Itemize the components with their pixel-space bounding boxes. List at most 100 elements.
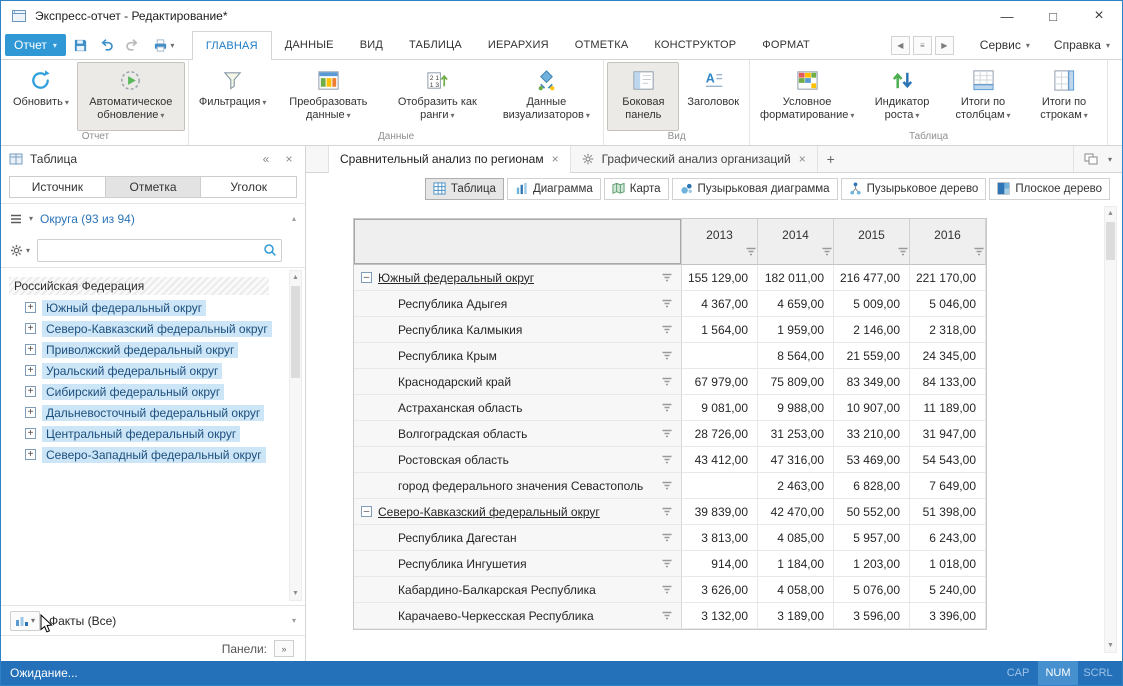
scrollbar-thumb[interactable] (1106, 222, 1115, 260)
nav-next-button[interactable]: ▶ (935, 36, 954, 55)
table-row[interactable]: – Южный федеральный округ 155 129,00 182… (354, 265, 986, 291)
expand-icon[interactable]: + (25, 386, 36, 397)
maximize-button[interactable]: □ (1030, 1, 1076, 31)
growth-indicator-button[interactable]: Индикатор роста▾ (862, 62, 942, 131)
scroll-up-icon[interactable]: ▲ (1105, 207, 1116, 220)
tree-item-root[interactable]: Российская Федерация (9, 275, 269, 297)
help-menu[interactable]: Справка▾ (1042, 31, 1122, 59)
filter-icon[interactable] (661, 325, 673, 334)
tree-item[interactable]: + Дальневосточный федеральный округ (25, 402, 305, 423)
doc-tab-organizations[interactable]: Графический анализ организаций × (571, 146, 818, 172)
view-chart-button[interactable]: Диаграмма (507, 178, 601, 200)
filtering-button[interactable]: Фильтрация▾ (192, 62, 274, 131)
tree-item[interactable]: + Уральский федеральный округ (25, 360, 305, 381)
column-header-2015[interactable]: 2015 (834, 219, 910, 265)
visualizer-data-button[interactable]: Данные визуализаторов▾ (492, 62, 600, 131)
doc-tab-regions[interactable]: Сравнительный анализ по регионам × (328, 146, 571, 173)
filter-icon[interactable] (661, 351, 673, 360)
table-row[interactable]: – Республика Дагестан 3 813,00 4 085,00 … (354, 525, 986, 551)
filter-icon[interactable] (661, 377, 673, 386)
caret-down-icon[interactable]: ▾ (1108, 155, 1112, 164)
ribbon-tab[interactable]: ФОРМАТ (749, 31, 823, 59)
close-tab-icon[interactable]: × (799, 152, 806, 166)
expand-icon[interactable]: + (25, 428, 36, 439)
tab-selection[interactable]: Отметка (105, 176, 202, 198)
column-header-2016[interactable]: 2016 (910, 219, 986, 265)
scroll-down-icon[interactable]: ▼ (1105, 639, 1116, 652)
view-map-button[interactable]: Карта (604, 178, 669, 200)
show-as-ranks-button[interactable]: 2 11 3 Отобразить как ранги▾ (383, 62, 491, 131)
expand-icon[interactable]: + (25, 449, 36, 460)
ribbon-tab[interactable]: ВИД (347, 31, 396, 59)
ribbon-tab[interactable]: ОТМЕТКА (562, 31, 642, 59)
collapse-section-icon[interactable]: ▴ (292, 214, 296, 223)
filter-icon[interactable] (661, 299, 673, 308)
tree-item[interactable]: + Центральный федеральный округ (25, 423, 305, 444)
close-tab-icon[interactable]: × (552, 152, 559, 166)
filter-icon[interactable] (661, 533, 673, 542)
scroll-up-icon[interactable]: ▲ (290, 271, 301, 284)
dimension-header-row[interactable]: ▾ Округа (93 из 94) ▴ (1, 204, 305, 233)
window-list-button[interactable]: ≡ (913, 36, 932, 55)
side-panel-button[interactable]: Боковая панель (607, 62, 679, 131)
minimize-button[interactable]: — (984, 1, 1030, 31)
table-row[interactable]: – Астраханская область 9 081,00 9 988,00… (354, 395, 986, 421)
tree-item[interactable]: + Южный федеральный округ (25, 297, 305, 318)
filter-icon[interactable] (821, 247, 833, 256)
filter-icon[interactable] (661, 273, 673, 282)
filter-icon[interactable] (973, 247, 985, 256)
filter-icon[interactable] (661, 481, 673, 490)
auto-refresh-button[interactable]: Автоматическое обновление▾ (77, 62, 185, 131)
ribbon-tab[interactable]: ТАБЛИЦА (396, 31, 475, 59)
header-button[interactable]: A Заголовок (680, 62, 746, 131)
close-panel-button[interactable]: × (281, 152, 297, 166)
filter-icon[interactable] (661, 507, 673, 516)
tab-source[interactable]: Источник (9, 176, 106, 198)
undo-button[interactable] (96, 34, 118, 56)
column-header-2013[interactable]: 2013 (682, 219, 758, 265)
expand-icon[interactable]: + (25, 344, 36, 355)
expand-icon[interactable]: + (25, 365, 36, 376)
grid-corner-cell[interactable] (354, 219, 682, 265)
table-row[interactable]: – Республика Ингушетия 914,00 1 184,00 1… (354, 551, 986, 577)
collapse-icon[interactable]: – (361, 272, 372, 283)
table-row[interactable]: – Волгоградская область 28 726,00 31 253… (354, 421, 986, 447)
table-row[interactable]: – Республика Адыгея 4 367,00 4 659,00 5 … (354, 291, 986, 317)
search-input[interactable] (37, 239, 282, 262)
print-button[interactable]: ▾ (148, 34, 180, 56)
filter-icon[interactable] (745, 247, 757, 256)
tree-item[interactable]: + Приволжский федеральный округ (25, 339, 305, 360)
add-tab-button[interactable]: + (818, 146, 844, 172)
view-bubble-tree-button[interactable]: Пузырьковое дерево (841, 178, 987, 200)
report-menu-button[interactable]: Отчет▾ (5, 34, 66, 56)
table-row[interactable]: – Республика Калмыкия 1 564,00 1 959,00 … (354, 317, 986, 343)
table-row[interactable]: – Республика Крым 8 564,00 21 559,00 24 … (354, 343, 986, 369)
facts-button[interactable]: ▾ (10, 611, 40, 631)
table-row[interactable]: – Ростовская область 43 412,00 47 316,00… (354, 447, 986, 473)
filter-icon[interactable] (661, 611, 673, 620)
view-flat-tree-button[interactable]: Плоское дерево (989, 178, 1110, 200)
ribbon-tab[interactable]: ДАННЫЕ (272, 31, 347, 59)
filter-icon[interactable] (661, 559, 673, 568)
transform-data-button[interactable]: Преобразовать данные▾ (274, 62, 382, 131)
table-row[interactable]: – город федерального значения Севастопол… (354, 473, 986, 499)
close-button[interactable]: × (1076, 1, 1122, 31)
filter-icon[interactable] (661, 429, 673, 438)
filter-icon[interactable] (897, 247, 909, 256)
ribbon-tab[interactable]: КОНСТРУКТОР (641, 31, 749, 59)
filter-icon[interactable] (661, 455, 673, 464)
tree-item[interactable]: + Северо-Западный федеральный округ (25, 444, 305, 465)
collapse-icon[interactable]: – (361, 506, 372, 517)
save-button[interactable] (70, 34, 92, 56)
vertical-scrollbar[interactable]: ▲ ▼ (1104, 206, 1117, 653)
table-row[interactable]: – Кабардино-Балкарская Республика 3 626,… (354, 577, 986, 603)
table-row[interactable]: – Карачаево-Черкесская Республика 3 132,… (354, 603, 986, 629)
settings-button[interactable]: ▾ (10, 244, 30, 257)
column-header-2014[interactable]: 2014 (758, 219, 834, 265)
panels-expand-button[interactable]: » (274, 640, 294, 657)
ribbon-tab[interactable]: ГЛАВНАЯ (192, 31, 272, 60)
redo-button[interactable] (122, 34, 144, 56)
expand-icon[interactable]: + (25, 323, 36, 334)
service-menu[interactable]: Сервис▾ (968, 31, 1042, 59)
search-icon[interactable] (263, 243, 277, 257)
